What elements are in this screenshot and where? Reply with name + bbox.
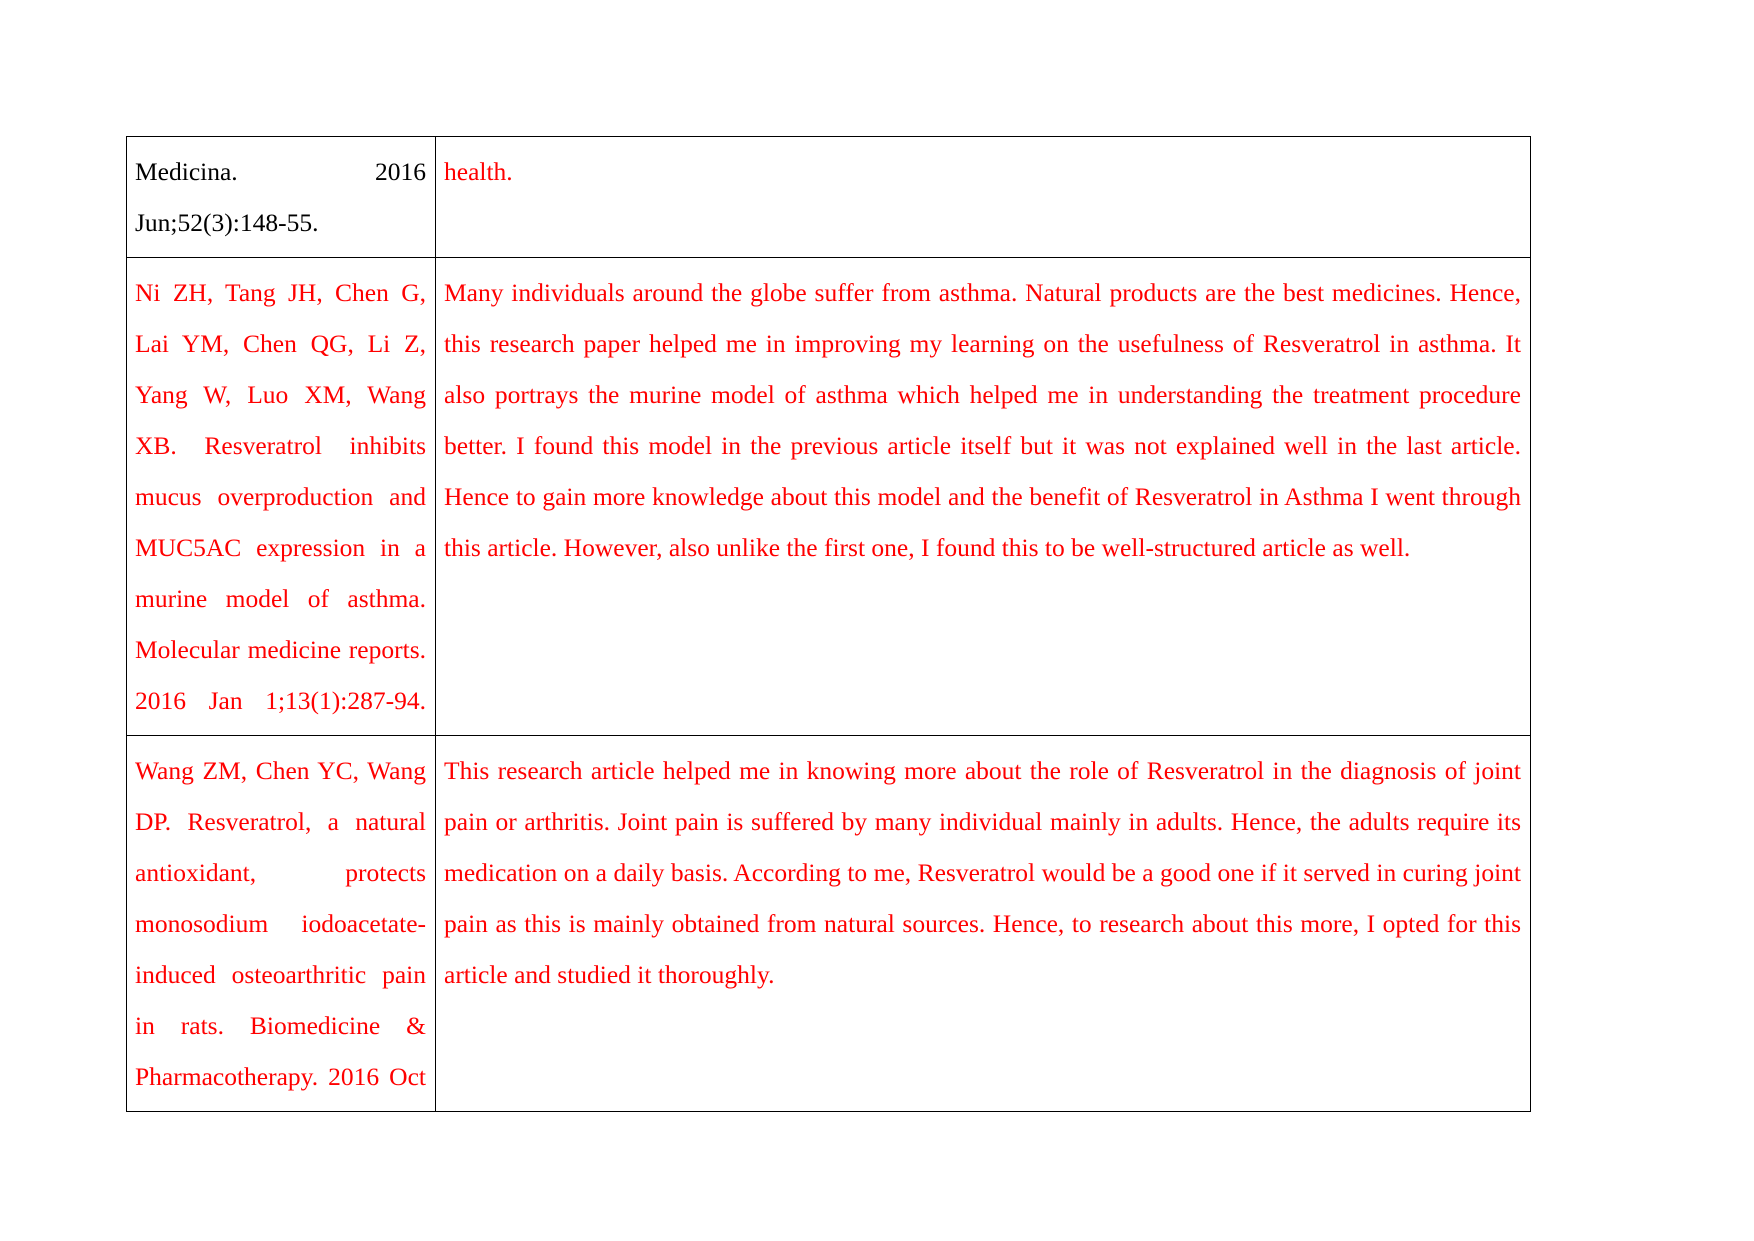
annotation-text: Many individuals around the globe suffer… — [444, 278, 1521, 562]
citation-text: Wang ZM, Chen YC, Wang DP. Resveratrol, … — [135, 756, 426, 1091]
table-body: Medicina. 2016 Jun;52(3):148-55. health.… — [126, 136, 1531, 1112]
table-row: Wang ZM, Chen YC, Wang DP. Resveratrol, … — [126, 735, 1531, 1112]
annotation-text: This research article helped me in knowi… — [444, 756, 1521, 989]
table-row: Medicina. 2016 Jun;52(3):148-55. health. — [126, 136, 1531, 258]
annotation-cell: This research article helped me in knowi… — [435, 735, 1531, 1112]
references-annotations-table: Medicina. 2016 Jun;52(3):148-55. health.… — [126, 136, 1531, 1112]
citation-text: Ni ZH, Tang JH, Chen G, Lai YM, Chen QG,… — [135, 278, 426, 715]
citation-cell: Ni ZH, Tang JH, Chen G, Lai YM, Chen QG,… — [126, 257, 436, 736]
annotation-cell: health. — [435, 136, 1531, 258]
annotation-cell: Many individuals around the globe suffer… — [435, 257, 1531, 736]
citation-cell: Wang ZM, Chen YC, Wang DP. Resveratrol, … — [126, 735, 436, 1112]
table-row: Ni ZH, Tang JH, Chen G, Lai YM, Chen QG,… — [126, 257, 1531, 736]
document-page: Medicina. 2016 Jun;52(3):148-55. health.… — [0, 0, 1754, 1241]
annotation-text: health. — [444, 157, 513, 186]
citation-text: Medicina. 2016 Jun;52(3):148-55. — [135, 157, 426, 237]
citation-cell: Medicina. 2016 Jun;52(3):148-55. — [126, 136, 436, 258]
